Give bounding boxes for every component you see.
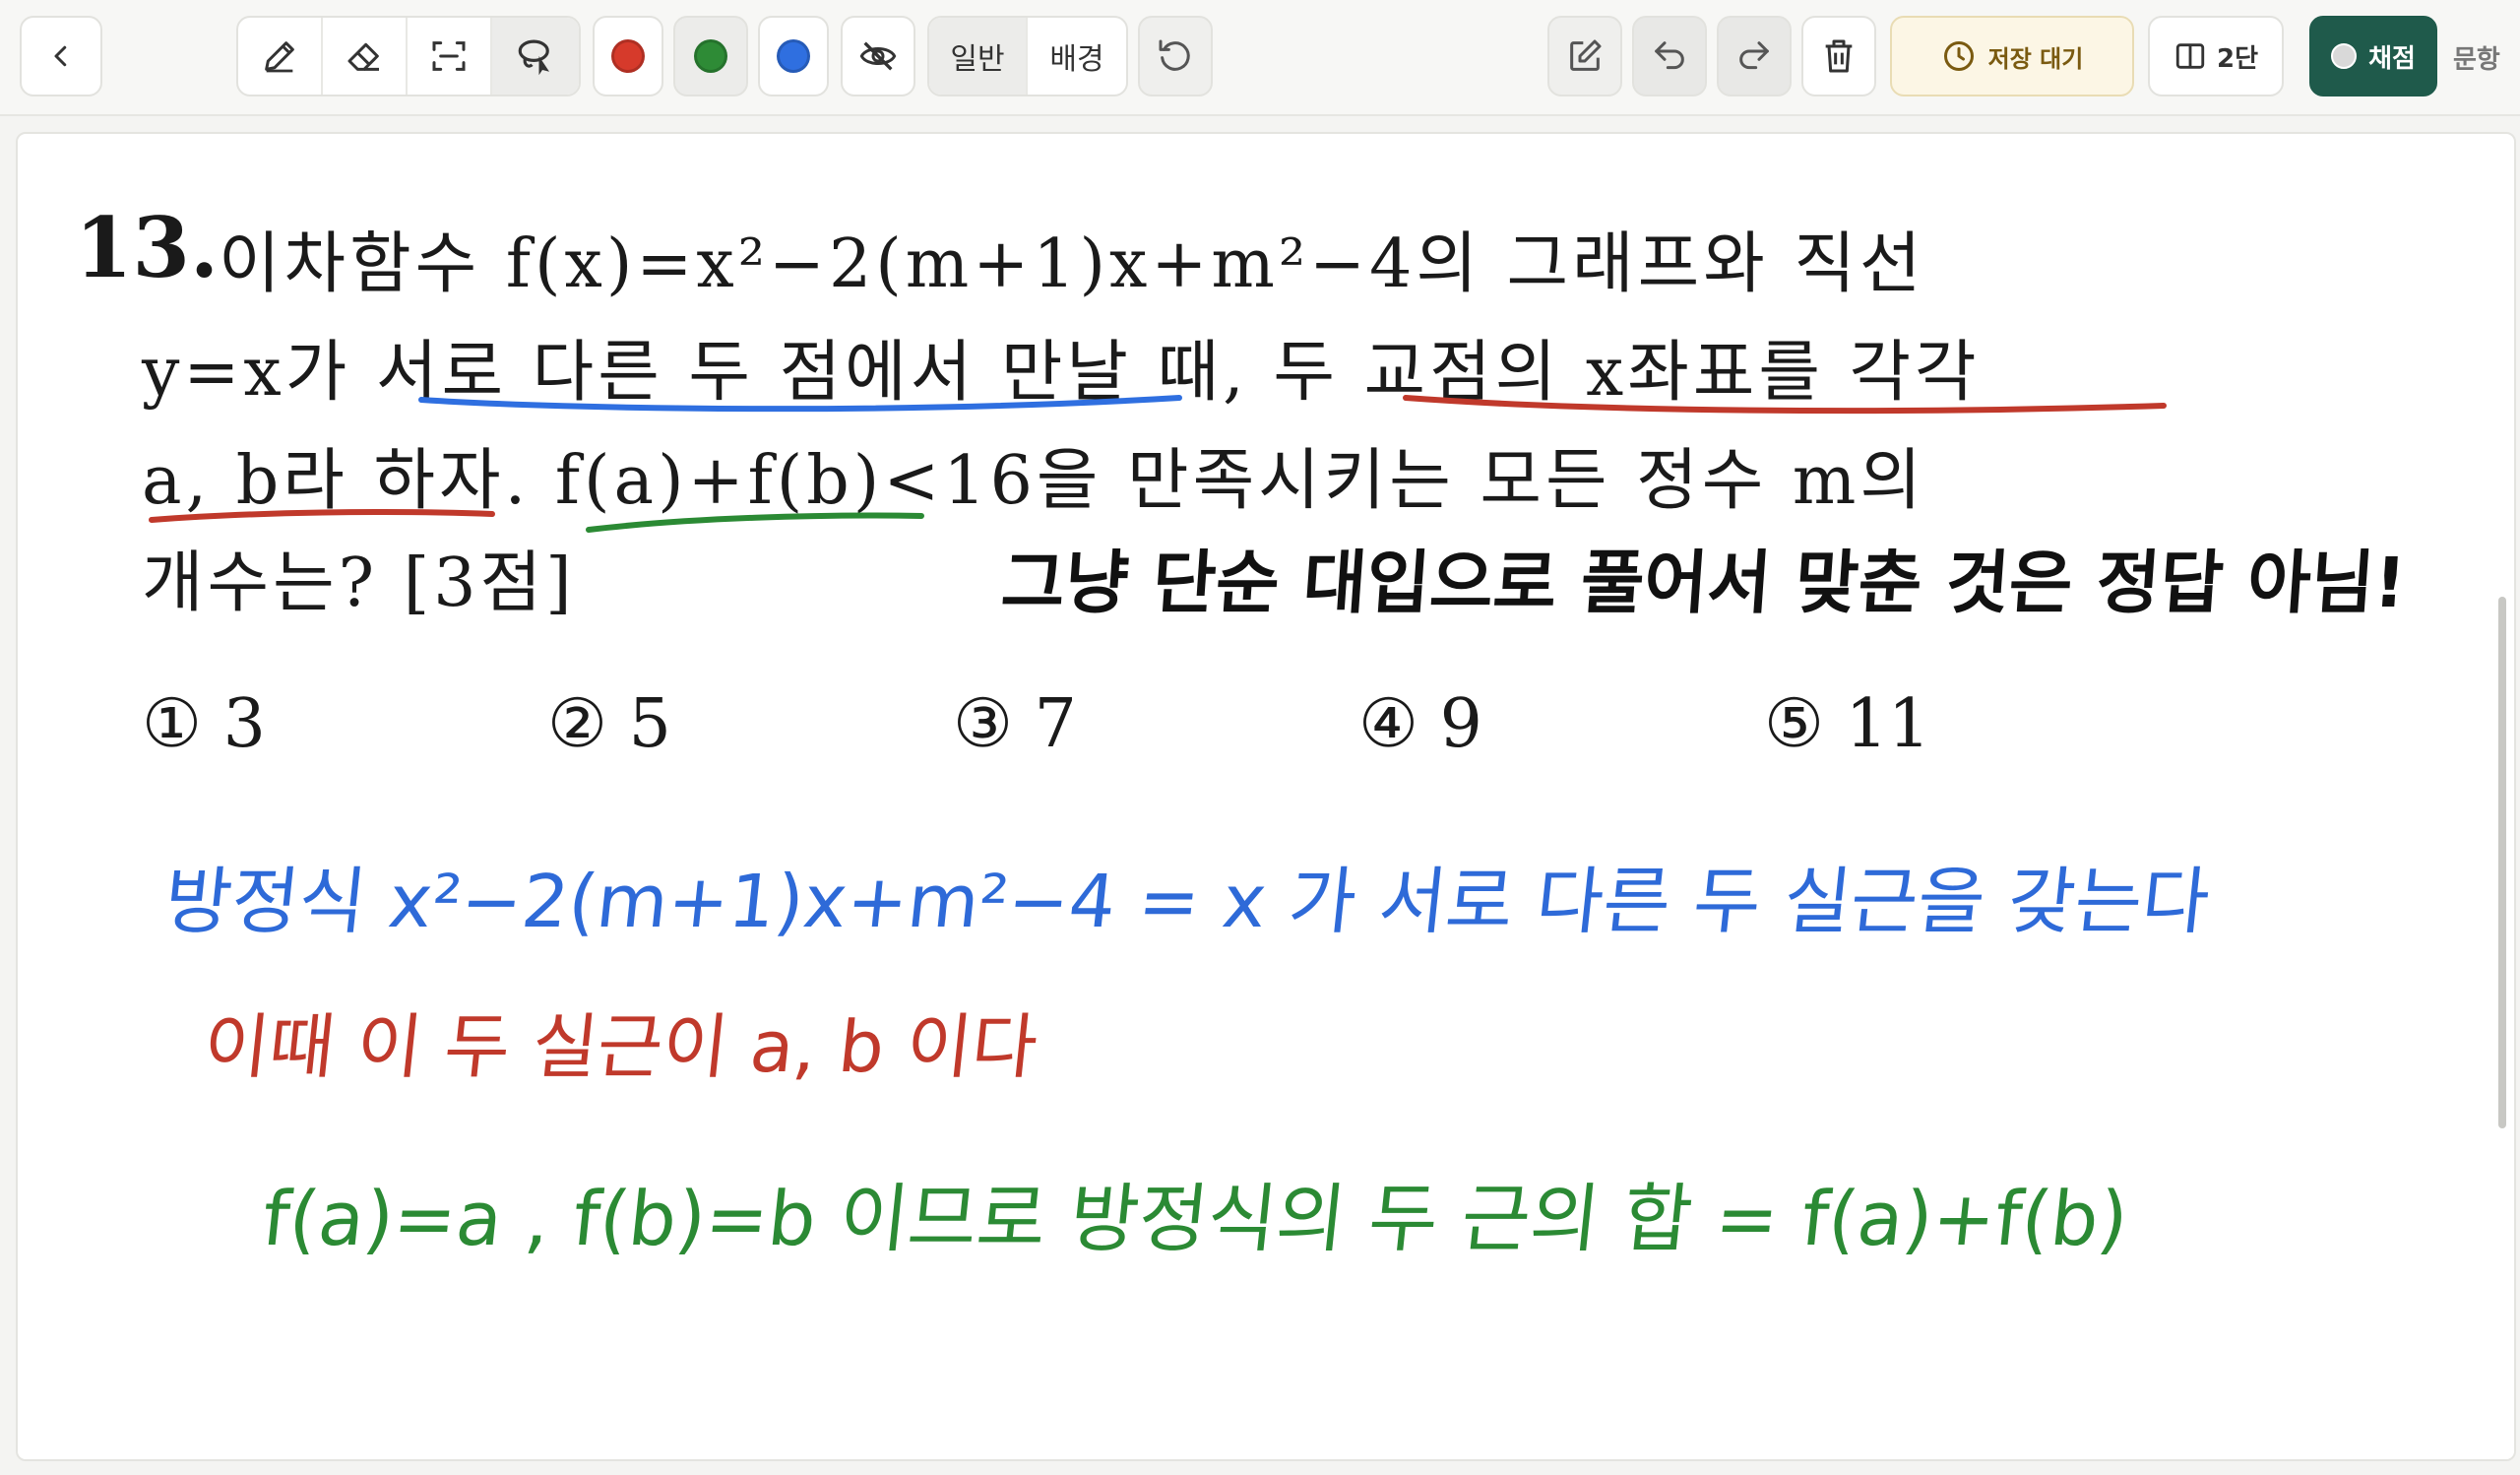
choice-2[interactable]: ② 5 bbox=[547, 685, 671, 763]
save-status-label: 저장 대기 bbox=[1987, 44, 2084, 73]
trash-icon bbox=[1825, 39, 1853, 73]
question-line-3: a, b라 하자. f(a)+f(b)<16을 만족시키는 모든 정수 m의 bbox=[142, 442, 1925, 520]
grade-status-dot bbox=[2331, 43, 2358, 69]
rotate-button[interactable] bbox=[1138, 16, 1213, 96]
grade-label: 채점 bbox=[2368, 43, 2416, 74]
columns-icon bbox=[2175, 43, 2205, 69]
mode-background-label: 배경 bbox=[1049, 42, 1104, 77]
color-green-swatch bbox=[694, 39, 727, 73]
delete-button[interactable] bbox=[1801, 16, 1876, 96]
pen-icon bbox=[265, 41, 294, 73]
clock-icon bbox=[1943, 41, 1974, 71]
color-blue-swatch bbox=[777, 39, 810, 73]
color-red-swatch bbox=[611, 39, 645, 73]
mode-toggle-group: 일반 배경 bbox=[927, 16, 1128, 96]
edit-square-icon bbox=[1570, 39, 1602, 71]
toolbar: 일반 배경 저장 대기 2단 채점 문항 bbox=[0, 0, 2520, 116]
select-area-tool-button[interactable] bbox=[408, 18, 493, 95]
eraser-tool-button[interactable] bbox=[323, 18, 409, 95]
eraser-icon bbox=[347, 42, 380, 71]
question-line-1: 이차함수 f(x)=x²−2(m+1)x+m²−4의 그래프와 직선 bbox=[219, 225, 1925, 303]
grade-button[interactable]: 채점 bbox=[2309, 16, 2437, 96]
color-green-button[interactable] bbox=[673, 16, 748, 96]
rotate-ccw-icon bbox=[1159, 39, 1190, 71]
hide-ink-button[interactable] bbox=[841, 16, 915, 96]
undo-button[interactable] bbox=[1632, 16, 1707, 96]
layout-toggle-button[interactable]: 2단 bbox=[2148, 16, 2284, 96]
handwritten-line-blue: 방정식 x²−2(m+1)x+m²−4 = x 가 서로 다른 두 실근을 갖는… bbox=[159, 860, 2214, 944]
mode-general-label: 일반 bbox=[950, 42, 1005, 77]
redo-button[interactable] bbox=[1717, 16, 1792, 96]
question-line-2: y=x가 서로 다른 두 점에서 만날 때, 두 교점의 x좌표를 각각 bbox=[142, 334, 1981, 412]
handwritten-line-green: f(a)=a , f(b)=b 이므로 방정식의 두 근의 합 = f(a)+f… bbox=[258, 1175, 2133, 1262]
handwritten-note-black: 그냥 단순 대입으로 풀어서 맞춘 것은 정답 아님! bbox=[998, 543, 2409, 623]
pen-tool-button[interactable] bbox=[238, 18, 324, 95]
edit-button[interactable] bbox=[1547, 16, 1622, 96]
lasso-icon bbox=[518, 39, 550, 76]
undo-icon bbox=[1655, 41, 1684, 70]
choice-5[interactable]: ⑤ 11 bbox=[1764, 685, 1930, 763]
color-red-button[interactable] bbox=[593, 16, 663, 96]
question-number: 13. bbox=[75, 199, 220, 296]
choice-1[interactable]: ① 3 bbox=[142, 685, 266, 763]
choice-4[interactable]: ④ 9 bbox=[1358, 685, 1482, 763]
redo-icon bbox=[1739, 41, 1769, 70]
handwritten-line-red: 이때 이 두 실근이 a, b 이다 bbox=[199, 1005, 1041, 1088]
page-scrollbar[interactable] bbox=[2498, 597, 2506, 1128]
chevron-left-icon bbox=[54, 45, 67, 67]
lasso-tool-button[interactable] bbox=[492, 18, 579, 95]
next-question-label[interactable]: 문항 bbox=[2453, 39, 2500, 76]
choice-3[interactable]: ③ 7 bbox=[953, 685, 1077, 763]
mode-general-button[interactable]: 일반 bbox=[929, 18, 1029, 95]
color-blue-button[interactable] bbox=[758, 16, 829, 96]
mode-background-button[interactable]: 배경 bbox=[1028, 18, 1126, 95]
save-status-button[interactable]: 저장 대기 bbox=[1890, 16, 2134, 96]
back-button[interactable] bbox=[20, 16, 102, 96]
layout-toggle-label: 2단 bbox=[2216, 43, 2258, 74]
question-page[interactable]: 13. 이차함수 f(x)=x²−2(m+1)x+m²−4의 그래프와 직선 y… bbox=[16, 132, 2516, 1461]
drawing-tools-group bbox=[236, 16, 581, 96]
eye-off-icon bbox=[859, 41, 897, 71]
question-line-4: 개수는? [3점] bbox=[142, 545, 576, 622]
select-area-icon bbox=[432, 41, 466, 71]
